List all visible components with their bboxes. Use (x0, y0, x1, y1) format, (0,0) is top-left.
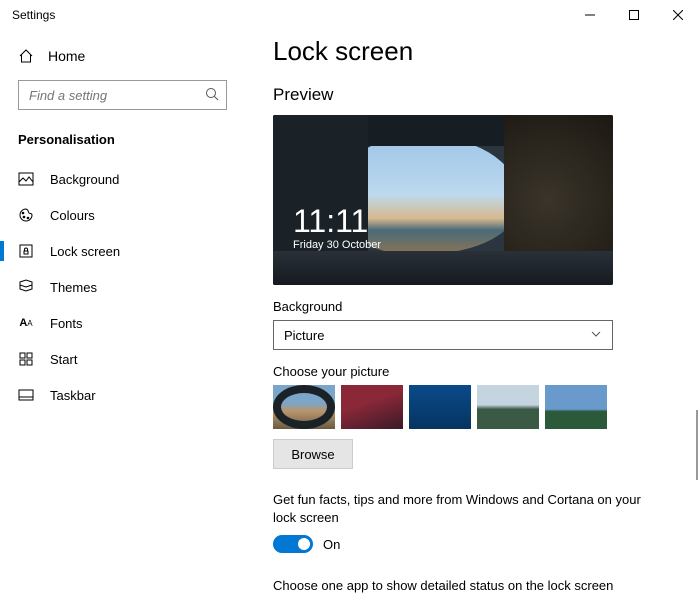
search-input[interactable] (18, 80, 227, 110)
taskbar-icon (18, 387, 34, 403)
sidebar-item-lock-screen[interactable]: Lock screen (0, 233, 245, 269)
clock-time: 11:11 (293, 205, 381, 237)
main-content: Lock screen Preview 11:11 Friday 30 Octo… (245, 30, 700, 604)
lock-screen-preview: 11:11 Friday 30 October (273, 115, 613, 285)
window-title: Settings (12, 8, 568, 22)
sidebar-item-label: Taskbar (50, 388, 96, 403)
sidebar: Home Personalisation Background Colours … (0, 30, 245, 604)
background-label: Background (273, 299, 670, 314)
scrollbar[interactable] (696, 410, 698, 480)
browse-button[interactable]: Browse (273, 439, 353, 469)
maximize-button[interactable] (612, 0, 656, 30)
picture-thumb[interactable] (341, 385, 403, 429)
fun-facts-description: Get fun facts, tips and more from Window… (273, 491, 653, 527)
sidebar-item-label: Lock screen (50, 244, 120, 259)
picture-thumb[interactable] (477, 385, 539, 429)
sidebar-item-themes[interactable]: Themes (0, 269, 245, 305)
picture-thumb[interactable] (545, 385, 607, 429)
start-icon (18, 351, 34, 367)
preview-heading: Preview (273, 85, 670, 105)
clock-date: Friday 30 October (293, 239, 381, 251)
themes-icon (18, 279, 34, 295)
dropdown-value: Picture (284, 328, 324, 343)
page-title: Lock screen (273, 36, 670, 67)
chevron-down-icon (590, 328, 602, 343)
picture-thumbnails (273, 385, 670, 429)
sidebar-item-start[interactable]: Start (0, 341, 245, 377)
lock-screen-icon (18, 243, 34, 259)
background-dropdown[interactable]: Picture (273, 320, 613, 350)
palette-icon (18, 207, 34, 223)
section-header: Personalisation (0, 126, 245, 161)
detailed-status-label: Choose one app to show detailed status o… (273, 577, 653, 595)
home-label: Home (48, 48, 85, 64)
image-icon (18, 171, 34, 187)
close-button[interactable] (656, 0, 700, 30)
home-icon (18, 48, 34, 64)
sidebar-item-taskbar[interactable]: Taskbar (0, 377, 245, 413)
minimize-button[interactable] (568, 0, 612, 30)
toggle-state-label: On (323, 537, 340, 552)
titlebar: Settings (0, 0, 700, 30)
sidebar-item-colours[interactable]: Colours (0, 197, 245, 233)
picture-thumb[interactable] (273, 385, 335, 429)
sidebar-item-background[interactable]: Background (0, 161, 245, 197)
fonts-icon: AA (18, 315, 34, 331)
sidebar-item-fonts[interactable]: AA Fonts (0, 305, 245, 341)
sidebar-item-label: Fonts (50, 316, 83, 331)
sidebar-item-label: Background (50, 172, 119, 187)
fun-facts-toggle[interactable] (273, 535, 313, 553)
choose-picture-label: Choose your picture (273, 364, 670, 379)
search-icon (205, 87, 219, 106)
sidebar-item-label: Colours (50, 208, 95, 223)
home-button[interactable]: Home (0, 38, 245, 74)
sidebar-item-label: Themes (50, 280, 97, 295)
sidebar-item-label: Start (50, 352, 77, 367)
picture-thumb[interactable] (409, 385, 471, 429)
